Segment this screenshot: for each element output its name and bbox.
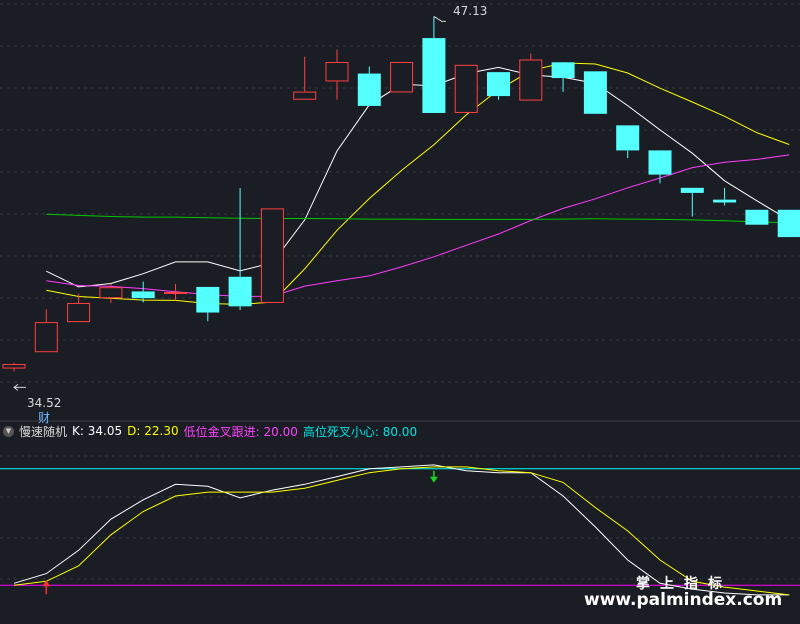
candle [777, 209, 800, 238]
candle-body [454, 64, 478, 113]
candle-body [713, 199, 737, 203]
high-price-label: 47.13 [453, 4, 488, 18]
candle [745, 209, 769, 225]
candle-body [680, 187, 704, 193]
high-cross-label: 高位死叉小心: 80.00 [302, 424, 418, 439]
candle-body [260, 208, 284, 303]
candle-body [34, 322, 58, 353]
watermark-url: www.palmindex.com [584, 590, 783, 610]
chevron-down-icon[interactable]: ▼ [3, 425, 14, 437]
k-value: 34.05 [87, 424, 123, 438]
candle-body [551, 62, 575, 79]
indicator-header: ▼ 慢速随机 K: 34.05 D: 22.30 低位金叉跟进: 20.00 高… [0, 423, 417, 439]
indicator-name[interactable]: 慢速随机 [19, 423, 67, 440]
candle [487, 72, 510, 100]
candle-body [745, 209, 769, 225]
low-price-label: 34.52 [27, 396, 62, 410]
candle-body [325, 62, 349, 82]
high-pointer [433, 15, 446, 22]
candle [390, 62, 414, 93]
candle-body [777, 209, 800, 238]
candle [583, 71, 607, 114]
candle-body [164, 291, 187, 294]
candle-body [293, 91, 317, 100]
low-cross-label: 低位金叉跟进: 20.00 [183, 424, 298, 439]
candle-body [422, 38, 446, 113]
candlesticks [2, 16, 800, 372]
candle [680, 187, 704, 217]
candle-body [390, 62, 414, 93]
d-label: D: 22.30 [127, 424, 179, 438]
k-label: K: 34.05 [72, 424, 123, 438]
candle [357, 66, 381, 106]
candle-body [196, 286, 220, 313]
d-value: 22.30 [144, 424, 179, 438]
candle-body [616, 125, 640, 151]
candle-body [648, 150, 672, 175]
candle [260, 208, 284, 303]
candle-body [2, 364, 26, 369]
high-cross-value: 80.00 [382, 424, 418, 439]
stock-chart[interactable] [0, 0, 800, 624]
candle-body [67, 302, 91, 323]
candle [196, 286, 220, 322]
candle-body [131, 291, 155, 299]
sell-arrow-down [429, 476, 438, 483]
candle [293, 56, 317, 100]
candle [228, 188, 252, 310]
candle [34, 309, 58, 353]
candle-body [519, 59, 543, 101]
ma-line-white [46, 66, 790, 288]
candle [551, 62, 575, 92]
candle [454, 64, 478, 113]
indicator-level-lines [0, 468, 800, 586]
candle-body [228, 276, 252, 307]
low-cross-value: 20.00 [263, 424, 298, 439]
ma-line-magenta [46, 154, 790, 298]
candle-body [583, 71, 607, 114]
candle [713, 187, 737, 206]
candle [648, 150, 672, 184]
candle [325, 49, 349, 100]
candle-body [487, 72, 510, 97]
high-low-pointers [13, 15, 446, 391]
candle-body [99, 287, 123, 299]
candle-body [357, 73, 381, 106]
moving-average-lines [46, 62, 790, 305]
signal-markers [42, 470, 438, 595]
candle [616, 125, 640, 158]
candle [422, 16, 446, 113]
candle [519, 53, 543, 101]
candle [2, 362, 26, 372]
ma-line-green [46, 213, 790, 224]
